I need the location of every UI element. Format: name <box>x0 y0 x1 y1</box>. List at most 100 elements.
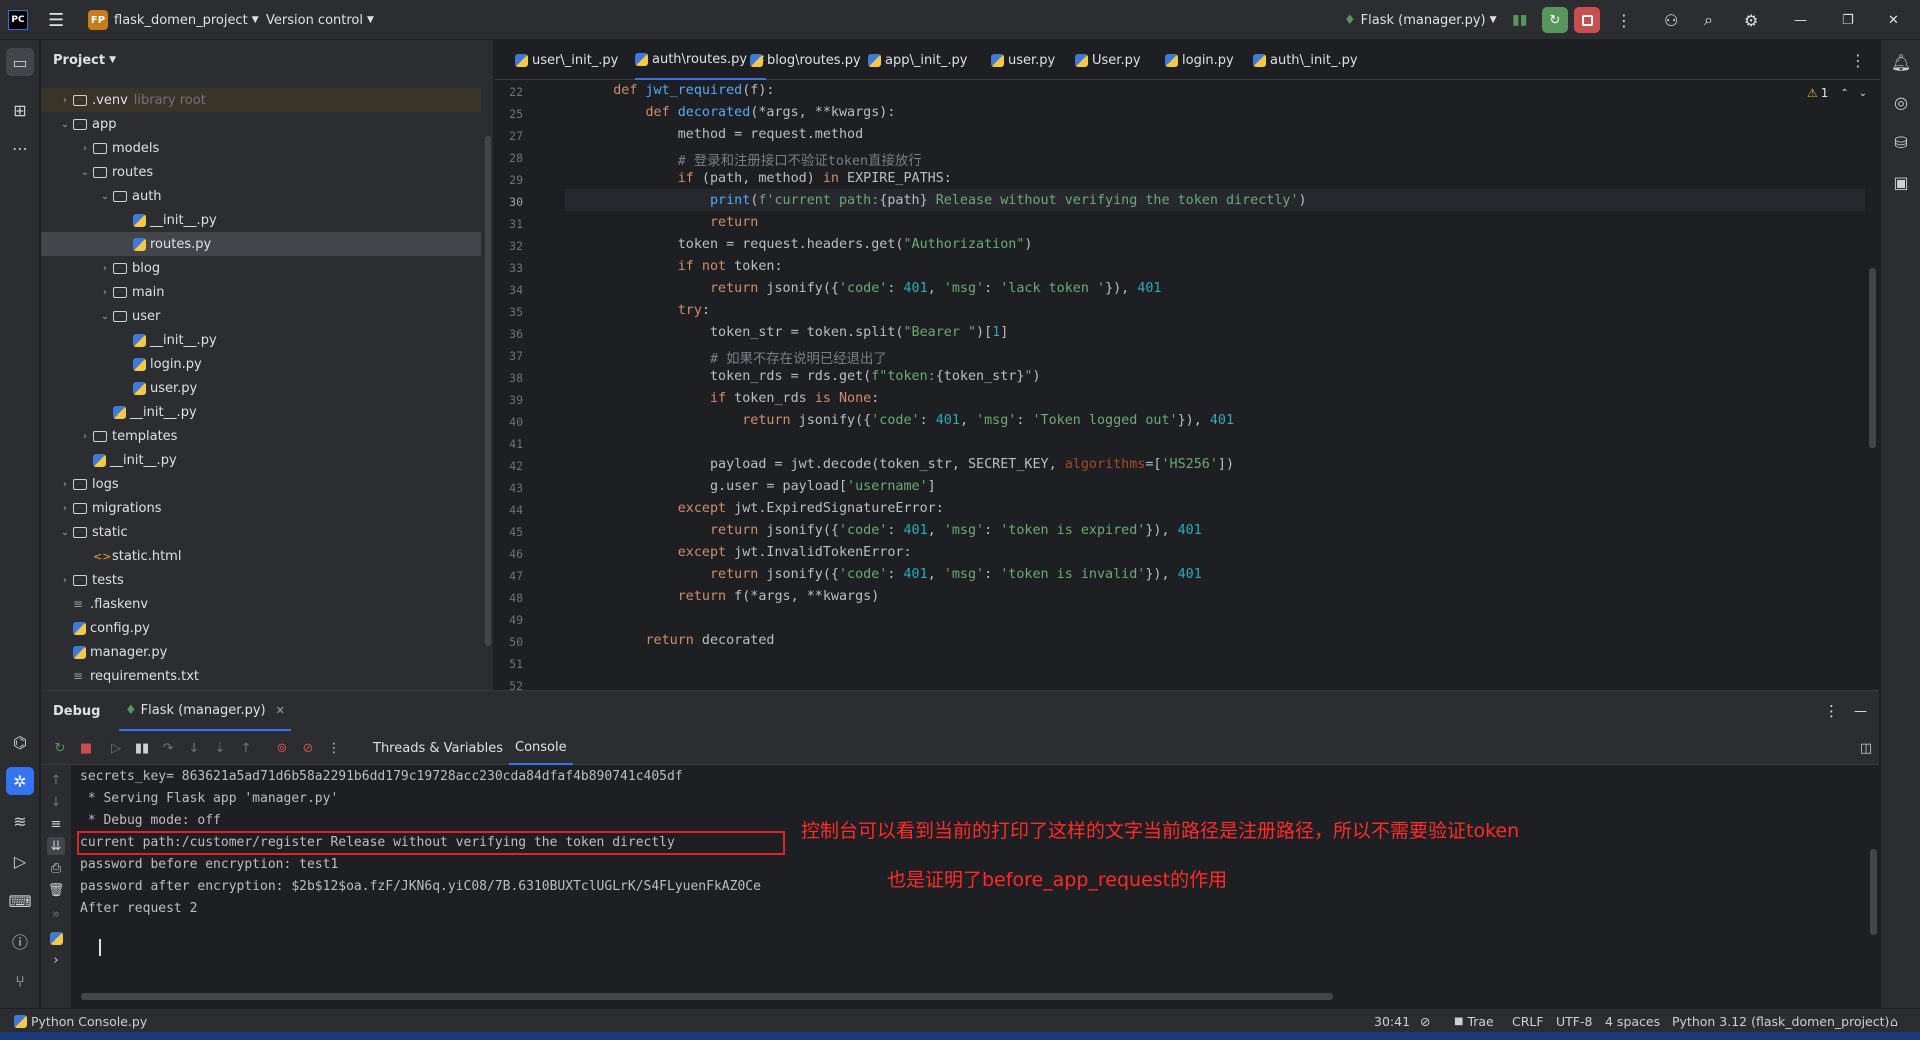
editor-tab[interactable]: user.py <box>991 40 1055 80</box>
clear-all-trash-icon[interactable]: 🗑︎ <box>47 881 65 899</box>
chevron-right-icon[interactable]: › <box>57 479 73 490</box>
print-icon[interactable]: ⎙ <box>47 859 65 877</box>
step-out-icon[interactable]: ↑ <box>237 739 255 757</box>
tree-item[interactable]: ⌄ static <box>41 520 481 544</box>
inspection-widget[interactable]: ⚠ 1 ⌃ ⌄ <box>1807 86 1867 100</box>
caret-position[interactable]: 30:41 <box>1374 1009 1410 1033</box>
tree-item[interactable]: ≡ .flaskenv <box>41 592 481 616</box>
scroll-to-end-icon[interactable]: ⇊ <box>47 837 65 855</box>
soft-wrap-icon[interactable]: ≡ <box>47 815 65 833</box>
project-panel-header[interactable]: Project ▼ <box>41 40 493 80</box>
python-console-icon[interactable] <box>47 929 65 947</box>
console-input-cursor[interactable] <box>99 939 101 956</box>
minimize-button[interactable]: — <box>1794 0 1807 40</box>
layout-icon[interactable]: ◫ <box>1857 739 1875 757</box>
more-options-icon[interactable]: ⋮ <box>1824 702 1839 720</box>
tree-item[interactable]: config.py <box>41 616 481 640</box>
tree-item[interactable]: login.py <box>41 352 481 376</box>
editor-scrollbar[interactable] <box>1869 268 1876 448</box>
tree-item[interactable]: ≡ requirements.txt <box>41 664 481 688</box>
step-over-icon[interactable]: ↷ <box>159 739 177 757</box>
mute-breakpoints-icon[interactable]: ⊘ <box>299 739 317 757</box>
trae-widget[interactable]: ■ Trae <box>1454 1009 1494 1033</box>
tab-threads-variables[interactable]: Threads & Variables <box>373 731 503 765</box>
status-console-item[interactable]: Python Console.py <box>14 1009 147 1033</box>
tree-item[interactable]: ⌄ app <box>41 112 481 136</box>
tree-item[interactable]: › blog <box>41 256 481 280</box>
rerun-button[interactable]: ↻ <box>1542 0 1568 40</box>
step-into-icon[interactable]: ↓ <box>185 739 203 757</box>
tree-item[interactable]: __init__.py <box>41 208 481 232</box>
file-encoding[interactable]: UTF-8 <box>1556 1009 1592 1033</box>
app-logo[interactable]: PC <box>8 0 28 40</box>
project-switcher[interactable]: FP flask_domen_project ▼ <box>88 0 259 40</box>
tree-item[interactable]: routes.py <box>41 232 481 256</box>
tree-item[interactable]: user.py <box>41 376 481 400</box>
chevron-down-icon[interactable]: ⌄ <box>77 167 93 178</box>
chevron-down-icon[interactable]: ⌄ <box>97 311 113 322</box>
step-into-my-code-icon[interactable]: ⇣ <box>211 739 229 757</box>
close-window-button[interactable]: ✕ <box>1888 0 1899 40</box>
tree-item[interactable]: __init__.py <box>41 448 481 472</box>
up-arrow-icon[interactable]: ↑ <box>47 771 65 789</box>
restore-button[interactable]: ❐ <box>1842 0 1854 40</box>
editor-tab[interactable]: auth\_init_.py <box>1253 40 1358 80</box>
chevron-right-icon[interactable]: › <box>57 575 73 586</box>
chevron-right-icon[interactable]: › <box>77 143 93 154</box>
console-vertical-scrollbar[interactable] <box>1870 849 1877 935</box>
tree-item[interactable]: › logs <box>41 472 481 496</box>
resume-icon[interactable]: ▷ <box>107 739 125 757</box>
indent-setting[interactable]: 4 spaces <box>1605 1009 1660 1033</box>
stop-icon[interactable]: ■ <box>77 739 95 757</box>
lock-icon[interactable]: ⌂ <box>1890 1009 1898 1033</box>
editor-tab[interactable]: app\_init_.py <box>868 40 968 80</box>
editor-tab[interactable]: User.py <box>1075 40 1141 80</box>
project-tool-folder-icon[interactable]: ▭ <box>6 48 34 76</box>
editor-tab[interactable]: user\_init_.py <box>515 40 618 80</box>
expand-icon[interactable]: » <box>47 905 65 923</box>
tree-item[interactable]: › tests <box>41 568 481 592</box>
settings-gear-icon[interactable]: ⚙ <box>1744 0 1758 40</box>
chevron-down-icon[interactable]: ⌄ <box>97 191 113 202</box>
more-debug-icon[interactable]: ⋮ <box>325 739 343 757</box>
services-icon[interactable]: ▷ <box>6 847 34 875</box>
editor-tab[interactable]: auth\routes.py✕ <box>635 40 766 80</box>
python-packages-icon[interactable]: ⌬ <box>6 728 34 756</box>
tree-item[interactable]: ⌄ auth <box>41 184 481 208</box>
ai-assistant-icon[interactable]: ◎ <box>1887 88 1915 116</box>
notifications-bell-icon[interactable]: 🔔︎ <box>1887 48 1915 76</box>
project-scrollbar[interactable] <box>485 136 491 646</box>
chevron-right-icon[interactable]: › <box>77 431 93 442</box>
structure-icon[interactable]: ⊞ <box>6 96 34 124</box>
problems-icon[interactable]: ⓘ <box>6 927 34 955</box>
tree-item[interactable]: › models <box>41 136 481 160</box>
chevron-right-icon[interactable]: › <box>97 263 113 274</box>
add-user-icon[interactable]: ⚇ <box>1664 0 1678 40</box>
down-arrow-icon[interactable]: ↓ <box>47 793 65 811</box>
chevron-down-icon[interactable]: ⌄ <box>57 527 73 538</box>
tree-item[interactable]: › main <box>41 280 481 304</box>
tree-item[interactable]: ⌄ routes <box>41 160 481 184</box>
tree-item[interactable]: › templates <box>41 424 481 448</box>
sciview-icon[interactable]: ▣ <box>1887 168 1915 196</box>
tree-item[interactable]: __init__.py <box>41 328 481 352</box>
debug-bug-icon[interactable]: ✲ <box>6 767 34 795</box>
tree-item[interactable]: manager.py <box>41 640 481 664</box>
terminal-icon[interactable]: ⌨ <box>6 887 34 915</box>
more-actions-icon[interactable]: ⋮ <box>1616 0 1632 40</box>
console-horizontal-scrollbar[interactable] <box>81 993 1333 1000</box>
git-branch-icon[interactable]: ⑂ <box>6 967 34 995</box>
tab-actions-icon[interactable]: ⋮ <box>1850 40 1866 80</box>
readonly-toggle-icon[interactable]: ⊘ <box>1420 1009 1430 1033</box>
hide-panel-icon[interactable]: — <box>1854 704 1867 719</box>
database-icon[interactable]: ⛁ <box>1887 128 1915 156</box>
editor-tab[interactable]: blog\routes.py <box>750 40 861 80</box>
tree-item[interactable]: __init__.py <box>41 400 481 424</box>
tree-item[interactable]: › .venv library root <box>41 88 481 112</box>
editor-tab[interactable]: login.py <box>1165 40 1234 80</box>
main-menu-icon[interactable]: ☰ <box>48 0 64 40</box>
view-breakpoints-icon[interactable]: ⊚ <box>273 739 291 757</box>
more-tools-icon[interactable]: ⋯ <box>6 134 34 162</box>
line-separator[interactable]: CRLF <box>1512 1009 1544 1033</box>
tree-item[interactable]: <> static.html <box>41 544 481 568</box>
